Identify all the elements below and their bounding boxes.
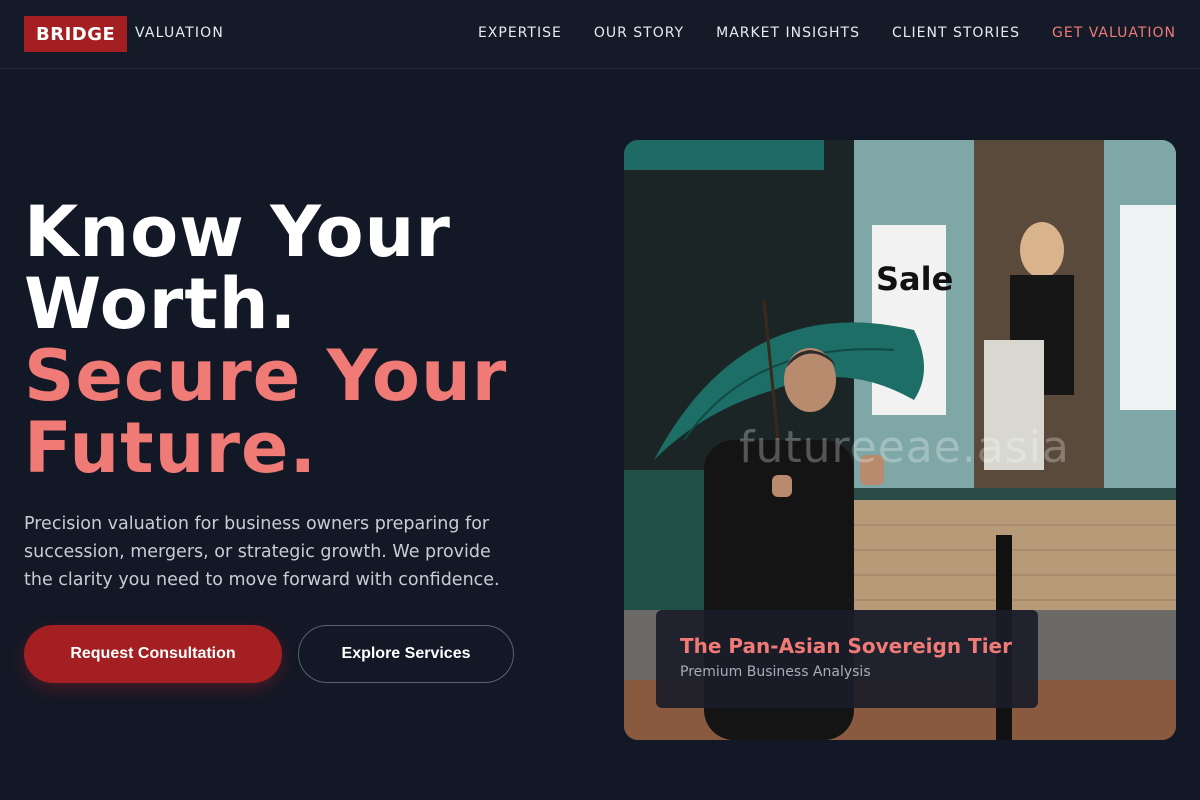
logo-text: BRIDGE: [36, 23, 116, 45]
hero-title-line-4: Future.: [24, 407, 318, 489]
hero-photo: Sale futureeae.asia The Pan-Asian Sovere…: [624, 140, 1176, 740]
nav-our-story[interactable]: OUR STORY: [594, 25, 684, 41]
photo-caption-card: The Pan-Asian Sovereign Tier Premium Bus…: [656, 610, 1038, 708]
hero-title-line-1: Know Your: [24, 191, 451, 273]
nav-market-insights[interactable]: MARKET INSIGHTS: [716, 25, 860, 41]
hero-title: Know Your Worth. Secure Your Future.: [24, 196, 507, 484]
request-consultation-button[interactable]: Request Consultation: [24, 625, 282, 683]
hero-description: Precision valuation for business owners …: [24, 514, 500, 590]
nav-get-valuation[interactable]: GET VALUATION: [1052, 25, 1176, 41]
hero-title-line-2: Worth.: [24, 263, 298, 345]
main-nav: EXPERTISE OUR STORY MARKET INSIGHTS CLIE…: [478, 25, 1176, 41]
caption-subtitle: Premium Business Analysis: [680, 664, 871, 680]
site-header: BRIDGE VALUATION EXPERTISE OUR STORY MAR…: [0, 0, 1200, 69]
hero-title-line-3: Secure Your: [24, 335, 508, 417]
caption-title: The Pan-Asian Sovereign Tier: [680, 634, 1012, 658]
sale-sign-text: Sale: [876, 260, 953, 298]
logo-subtitle: VALUATION: [135, 25, 225, 41]
nav-client-stories[interactable]: CLIENT STORIES: [892, 25, 1020, 41]
explore-services-button[interactable]: Explore Services: [298, 625, 514, 683]
watermark-text: futureeae.asia: [739, 422, 1070, 473]
nav-expertise[interactable]: EXPERTISE: [478, 25, 562, 41]
logo[interactable]: BRIDGE: [24, 16, 128, 52]
